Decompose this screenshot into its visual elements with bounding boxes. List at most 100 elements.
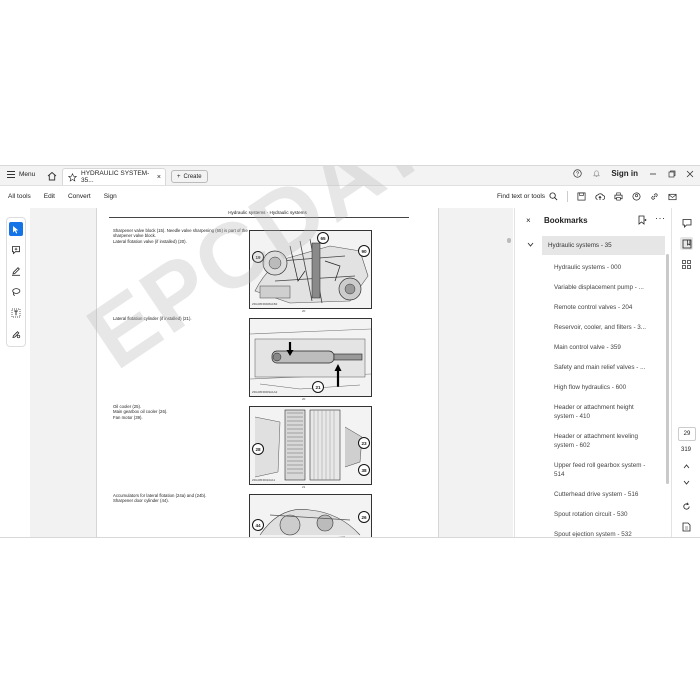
edit-button[interactable]: Edit xyxy=(44,193,55,200)
figure-code: ZDL08FR008A1B2 xyxy=(252,302,278,306)
callout-26: 26 xyxy=(358,511,370,523)
svg-text:?: ? xyxy=(576,171,579,177)
quick-tools-rail xyxy=(6,217,26,347)
menu-label: Menu xyxy=(19,171,36,178)
bell-icon[interactable] xyxy=(592,169,601,178)
star-icon[interactable] xyxy=(68,172,77,182)
document-viewport[interactable]: Hydraulic systems - Hydraulic systems Sh… xyxy=(30,166,700,537)
plus-icon: + xyxy=(177,173,181,180)
page-total: 319 xyxy=(680,447,691,453)
close-window-icon[interactable] xyxy=(686,170,694,178)
select-tool-button[interactable] xyxy=(9,222,23,236)
figure-number: 21 xyxy=(302,485,306,489)
find-text-button[interactable]: Find text or tools xyxy=(497,192,558,201)
bookmark-item[interactable]: Hydraulic systems - 000 xyxy=(515,263,665,272)
find-label: Find text or tools xyxy=(497,193,546,200)
text-tool-button[interactable] xyxy=(9,306,23,320)
text-box-icon xyxy=(11,308,21,318)
figure-code: ZDL08FR009A1A2 xyxy=(252,390,278,394)
lasso-icon xyxy=(11,287,21,297)
link-icon[interactable] xyxy=(650,192,659,201)
bookmark-list: Hydraulic systems - 35 Hydraulic systems… xyxy=(515,236,665,537)
bookmark-item[interactable]: Spout ejection system - 532 xyxy=(515,530,665,537)
comments-panel-icon[interactable] xyxy=(680,216,693,229)
chevron-up-icon[interactable] xyxy=(680,460,693,473)
acrobat-window: Menu HYDRAULIC SYSTEM-35... × + Create ?… xyxy=(0,165,700,538)
text-lateral-valve: Lateral flotation valve (if installed) (… xyxy=(113,238,187,244)
bookmark-item[interactable]: Header or attachment leveling system - 6… xyxy=(515,432,665,450)
sign-button[interactable]: Sign xyxy=(104,193,117,200)
close-panel-icon[interactable]: × xyxy=(526,216,531,225)
share-user-icon[interactable] xyxy=(632,192,641,201)
bookmark-item[interactable]: Safety and main relief valves - ... xyxy=(515,363,665,372)
figure-code: ZDL08FR010A11 xyxy=(252,478,276,482)
paragraph-cylinder: Lateral flotation cylinder (if installed… xyxy=(113,316,243,321)
bookmark-item[interactable]: Reservoir, cooler, and filters - 3... xyxy=(515,323,665,332)
figure-number: 20 xyxy=(302,397,306,401)
comment-tool-button[interactable] xyxy=(9,243,23,257)
paragraph-accumulators: Accumulators for lateral flotation (24a)… xyxy=(113,493,243,504)
callout-44: 44 xyxy=(252,519,264,531)
search-icon xyxy=(549,192,558,201)
create-label: Create xyxy=(183,173,202,180)
bookmark-item[interactable]: Cutterhead drive system - 516 xyxy=(515,490,665,499)
add-bookmark-icon[interactable] xyxy=(638,215,647,225)
document-scrollbar-thumb[interactable] xyxy=(507,238,511,243)
bookmark-item[interactable]: Upper feed roll gearbox system - 514 xyxy=(515,461,665,479)
bookmarks-scrollbar-thumb[interactable] xyxy=(666,254,669,484)
all-tools-button[interactable]: All tools xyxy=(8,193,31,200)
home-icon[interactable] xyxy=(46,170,57,181)
convert-button[interactable]: Convert xyxy=(68,193,91,200)
bookmark-item[interactable]: Main control valve - 359 xyxy=(515,343,665,352)
document-tab[interactable]: HYDRAULIC SYSTEM-35... × xyxy=(62,168,166,185)
figure-flotation-cylinder: 21 ZDL08FR009A1A2 xyxy=(249,318,372,397)
bookmarks-panel-icon[interactable] xyxy=(680,237,693,250)
callout-19: 19 xyxy=(252,251,264,263)
chevron-down-icon[interactable] xyxy=(680,476,693,489)
pen-icon xyxy=(11,266,21,276)
bookmark-item[interactable]: Remote control valves - 204 xyxy=(515,303,665,312)
paragraph-coolers: Oil cooler (25). Main gearbox oil cooler… xyxy=(113,404,243,420)
minimize-icon[interactable] xyxy=(648,170,658,178)
right-rail: 29 319 xyxy=(671,208,700,537)
more-options-icon[interactable]: ··· xyxy=(655,213,666,223)
bookmark-item[interactable]: Variable displacement pump - ... xyxy=(515,283,665,292)
tab-title: HYDRAULIC SYSTEM-35... xyxy=(81,170,150,184)
bookmark-item[interactable]: Spout rotation circuit - 530 xyxy=(515,510,665,519)
restore-icon[interactable] xyxy=(668,170,676,178)
header-rule xyxy=(109,217,409,218)
save-icon[interactable] xyxy=(577,192,586,201)
text-door-cylinder: Sharpener door cylinder (44). xyxy=(113,498,169,504)
refresh-icon[interactable] xyxy=(680,500,693,513)
highlight-tool-button[interactable] xyxy=(9,264,23,278)
thumbnails-icon[interactable] xyxy=(680,258,693,271)
document-search-icon[interactable] xyxy=(680,520,693,533)
help-icon[interactable]: ? xyxy=(573,169,582,178)
figure-sharpener-valve: 65 19 90 ZDL08FR008A1B2 xyxy=(249,230,372,309)
text-sharpener-valve: Sharpener valve block (15). Needle valve… xyxy=(113,228,248,239)
bookmark-item[interactable]: Header or attachment height system - 410 xyxy=(515,403,665,421)
text-lateral-cylinder: Lateral flotation cylinder (if installed… xyxy=(113,316,192,321)
hamburger-icon xyxy=(7,171,15,178)
bookmarks-scrollbar[interactable] xyxy=(665,236,670,484)
create-button[interactable]: + Create xyxy=(171,170,208,183)
figure-oil-cooler: 28 23 38 ZDL08FR010A11 xyxy=(249,406,372,485)
menu-button[interactable]: Menu xyxy=(7,171,35,178)
page-header: Hydraulic systems - Hydraulic systems xyxy=(228,210,307,215)
stamp-icon xyxy=(11,329,21,339)
document-scrollbar[interactable] xyxy=(505,208,513,537)
sign-in-button[interactable]: Sign in xyxy=(611,169,638,178)
bookmark-item-selected[interactable]: Hydraulic systems - 35 xyxy=(542,236,665,255)
email-icon[interactable] xyxy=(668,193,677,201)
comment-icon xyxy=(11,245,21,255)
print-icon[interactable] xyxy=(614,192,623,201)
callout-65: 65 xyxy=(317,232,329,244)
bookmark-item[interactable]: High flow hydraulics - 600 xyxy=(515,383,665,392)
stamp-tool-button[interactable] xyxy=(9,327,23,341)
page-number-input[interactable]: 29 xyxy=(678,427,696,441)
close-tab-icon[interactable]: × xyxy=(157,174,161,181)
upload-icon[interactable] xyxy=(595,192,606,201)
callout-23: 23 xyxy=(358,437,370,449)
draw-tool-button[interactable] xyxy=(9,285,23,299)
pdf-page: Hydraulic systems - Hydraulic systems Sh… xyxy=(96,208,439,537)
